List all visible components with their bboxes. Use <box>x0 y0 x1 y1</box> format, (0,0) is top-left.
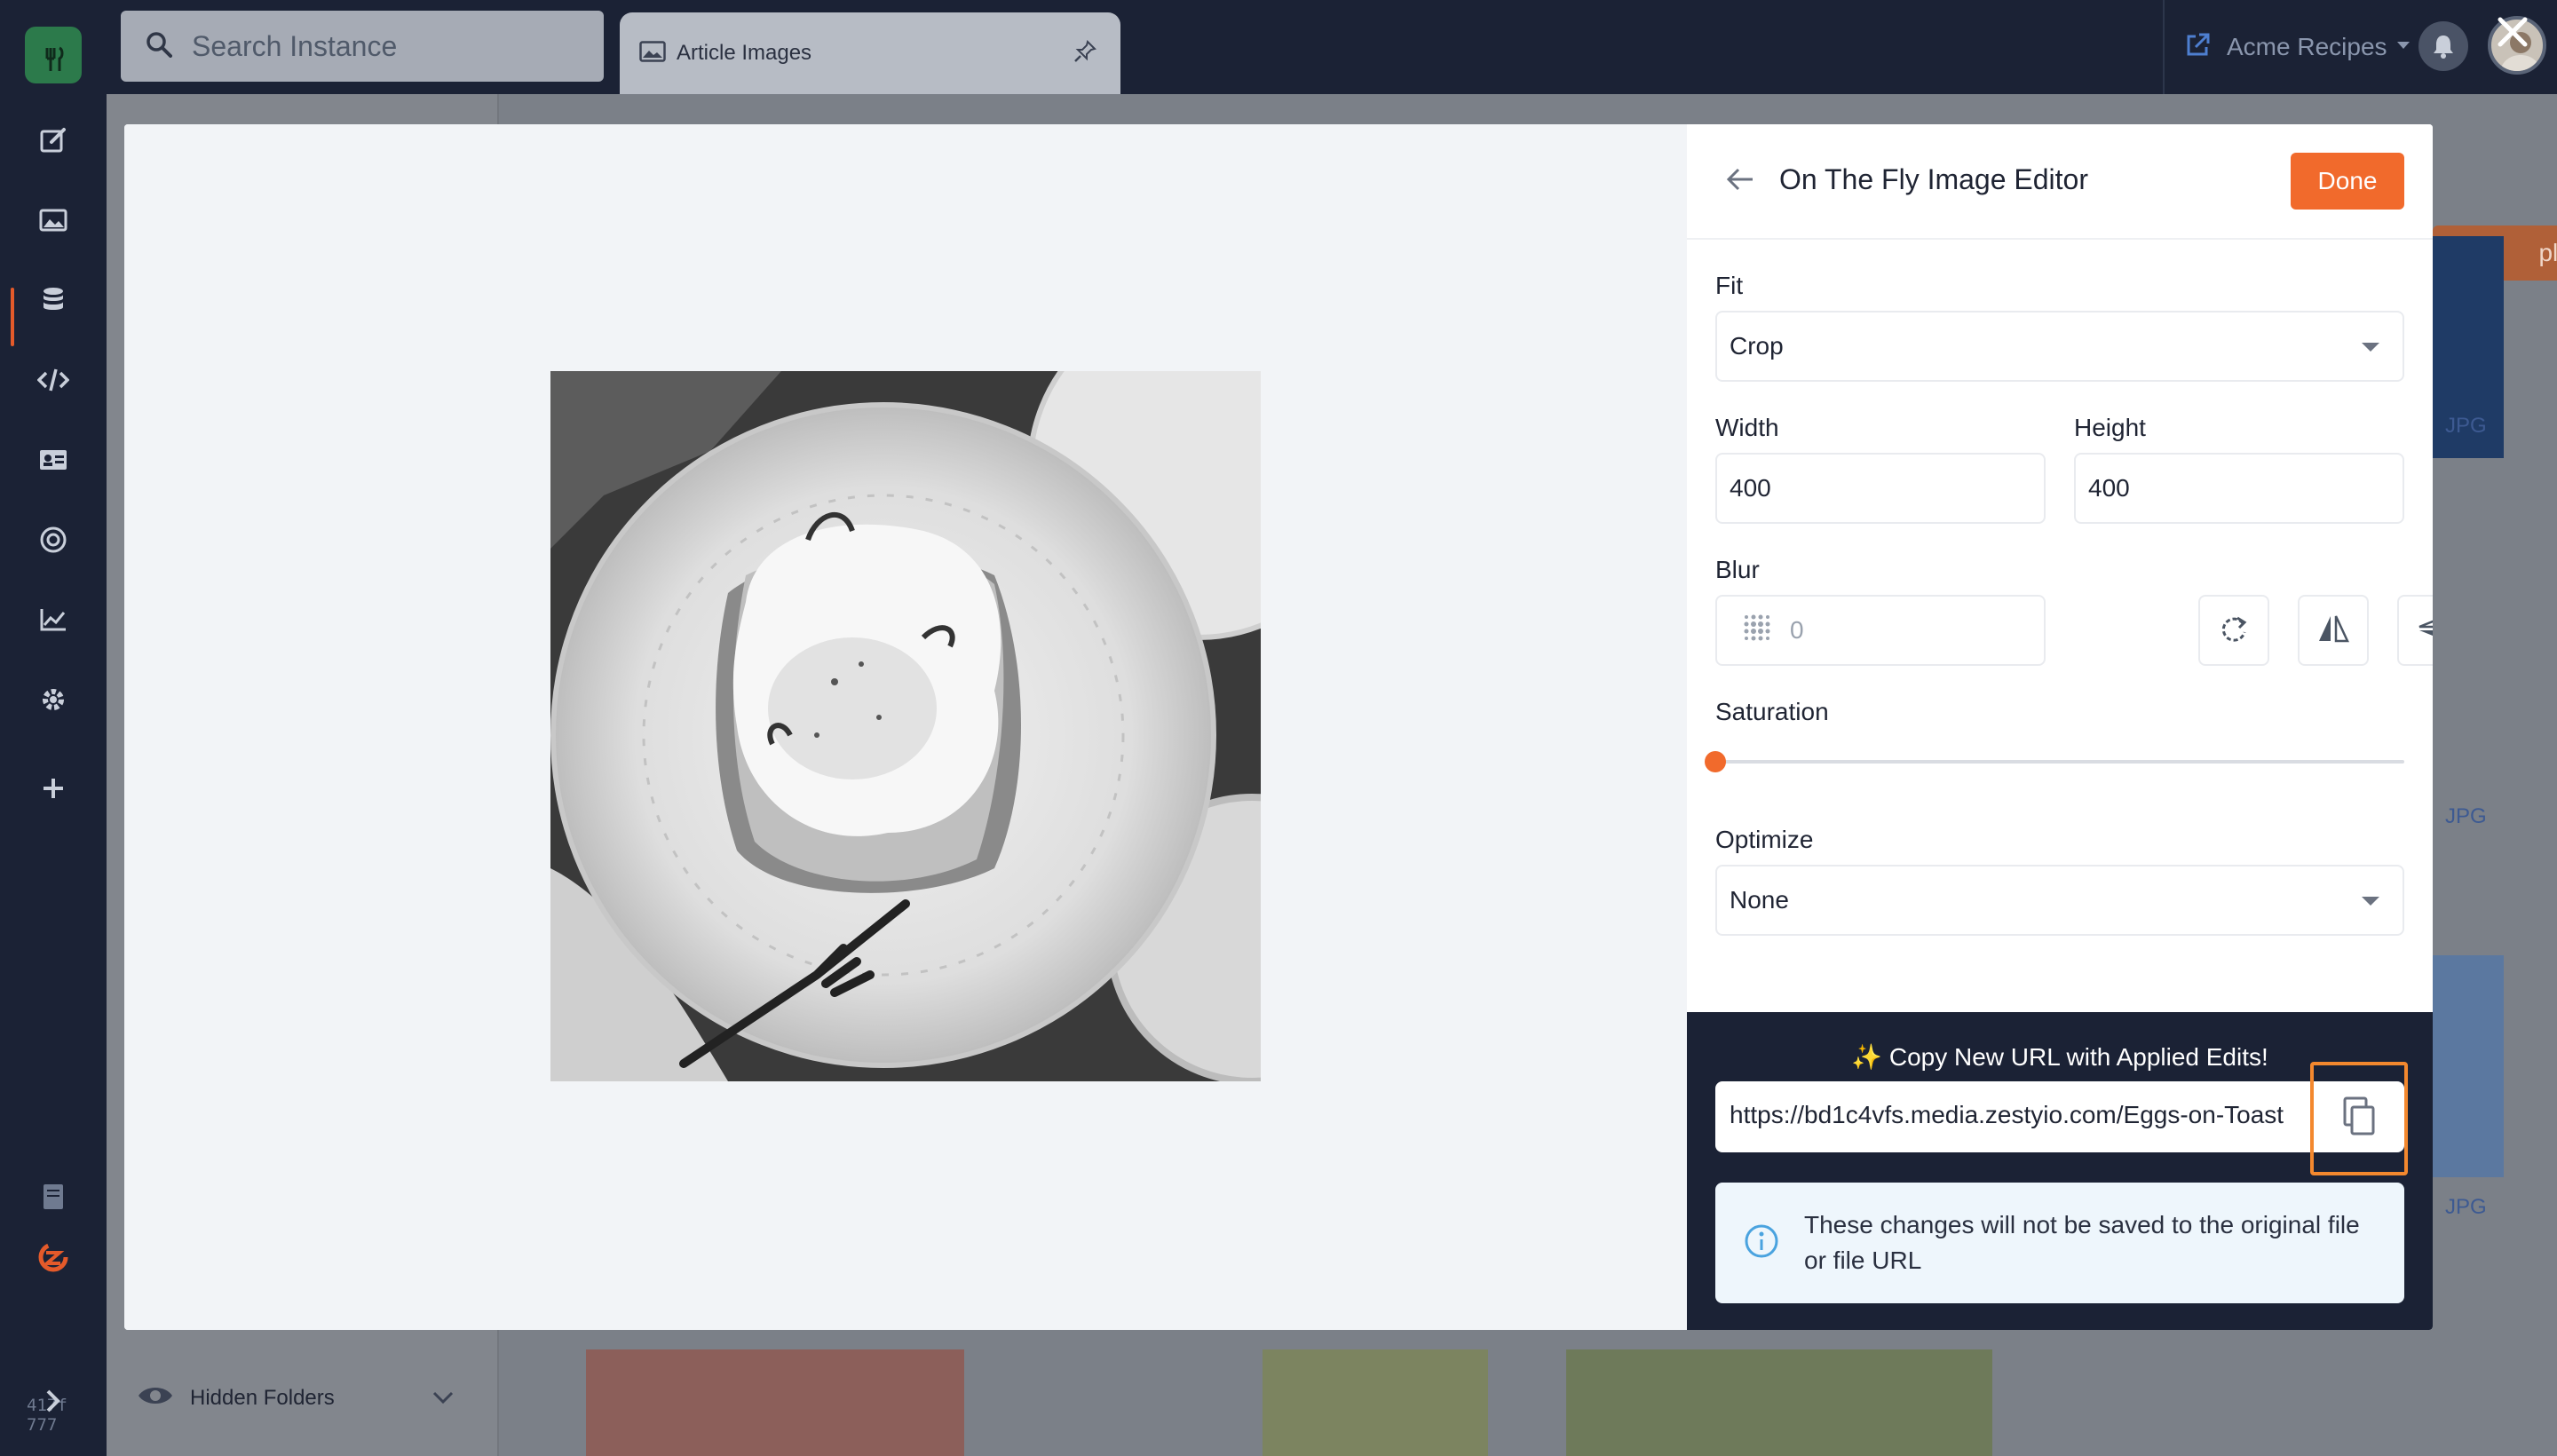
database-icon[interactable] <box>36 282 71 318</box>
rotate-icon <box>2218 613 2250 649</box>
caret-down-icon <box>2362 897 2379 906</box>
image-editor-modal: On The Fly Image Editor Done Fit Crop Wi… <box>124 124 2433 1330</box>
thumbnail[interactable] <box>2433 955 2504 1177</box>
fit-select[interactable]: Crop <box>1715 311 2404 382</box>
chevron-right-icon[interactable] <box>36 1383 71 1419</box>
caret-down-icon <box>2362 343 2379 352</box>
file-type-badge: JPG <box>2445 414 2487 438</box>
info-notice: These changes will not be saved to the o… <box>1715 1183 2404 1303</box>
edit-icon[interactable] <box>36 123 71 158</box>
copy-icon <box>2341 1096 2377 1142</box>
editor-header: On The Fly Image Editor Done <box>1687 124 2433 240</box>
external-link-icon[interactable] <box>2184 32 2211 63</box>
thumbnail[interactable] <box>586 1349 964 1456</box>
blur-label: Blur <box>1715 556 1760 583</box>
blur-placeholder: 0 <box>1790 616 1804 644</box>
blur-icon <box>1742 613 1772 649</box>
sidebar: 417f 777 <box>0 27 107 1456</box>
media-icon[interactable] <box>36 202 71 238</box>
flip-vertical-button[interactable] <box>2397 595 2433 666</box>
saturation-label: Saturation <box>1715 698 1829 725</box>
file-type-badge: JPG <box>2445 1195 2487 1219</box>
fit-value: Crop <box>1730 332 1784 360</box>
saturation-slider-track[interactable] <box>1715 760 2404 764</box>
add-icon[interactable] <box>36 771 71 806</box>
url-panel: ✨ Copy New URL with Applied Edits! https… <box>1687 1012 2433 1330</box>
contact-card-icon[interactable] <box>36 442 71 478</box>
width-input[interactable]: 400 <box>1715 453 2046 524</box>
notice-text: These changes will not be saved to the o… <box>1804 1211 2360 1274</box>
target-icon[interactable] <box>36 522 71 558</box>
sidebar-active-indicator <box>11 288 14 346</box>
height-label: Height <box>2074 414 2146 441</box>
saturation-slider-thumb[interactable] <box>1705 751 1726 772</box>
thumbnail[interactable] <box>1566 1349 1992 1456</box>
thumbnail[interactable] <box>1263 1349 1488 1456</box>
code-icon[interactable] <box>36 362 71 398</box>
flip-horizontal-button[interactable] <box>2298 595 2369 666</box>
caret-down-icon <box>2396 39 2411 55</box>
close-icon[interactable] <box>2493 12 2532 51</box>
hidden-folders-toggle[interactable]: Hidden Folders <box>137 1383 335 1412</box>
logo-icon[interactable] <box>25 27 82 83</box>
chevron-down-icon[interactable] <box>431 1390 455 1409</box>
pin-icon[interactable] <box>1073 39 1097 68</box>
instance-selector[interactable]: Acme Recipes <box>2227 33 2387 61</box>
hidden-folders-label: Hidden Folders <box>190 1385 335 1410</box>
copy-url-button[interactable] <box>2310 1062 2408 1175</box>
preview-pane <box>124 124 1687 1330</box>
image-icon <box>639 40 666 67</box>
file-type-badge: JPG <box>2445 804 2487 828</box>
image-preview <box>550 371 1261 1081</box>
width-value: 400 <box>1730 474 1771 502</box>
height-input[interactable]: 400 <box>2074 453 2404 524</box>
editor-panel: On The Fly Image Editor Done Fit Crop Wi… <box>1687 124 2433 1330</box>
height-value: 400 <box>2088 474 2130 502</box>
flip-vertical-icon <box>2416 613 2433 649</box>
tab-label: Article Images <box>677 41 812 65</box>
zesty-logo-icon[interactable] <box>36 1239 71 1275</box>
eye-icon <box>137 1383 174 1412</box>
url-value: https://bd1c4vfs.media.zestyio.com/Eggs-… <box>1730 1101 2284 1128</box>
blur-input[interactable]: 0 <box>1715 595 2046 666</box>
tab-article-images[interactable]: Article Images <box>620 12 1120 94</box>
optimize-label: Optimize <box>1715 826 1814 853</box>
search-placeholder: Search Instance <box>192 29 398 62</box>
fit-label: Fit <box>1715 272 1744 299</box>
top-bar: Search Instance Article Images Acme Reci… <box>0 0 2557 94</box>
docs-icon[interactable] <box>36 1179 71 1215</box>
url-field[interactable]: https://bd1c4vfs.media.zestyio.com/Eggs-… <box>1715 1081 2404 1152</box>
search-input[interactable]: Search Instance <box>121 11 604 82</box>
rotate-button[interactable] <box>2198 595 2269 666</box>
settings-icon[interactable] <box>36 682 71 717</box>
done-button[interactable]: Done <box>2291 153 2404 210</box>
optimize-select[interactable]: None <box>1715 865 2404 936</box>
info-icon <box>1744 1223 1779 1263</box>
flip-horizontal-icon <box>2316 613 2351 649</box>
width-label: Width <box>1715 414 1779 441</box>
back-arrow-icon[interactable] <box>1724 163 1756 200</box>
search-icon <box>146 31 172 62</box>
bell-icon[interactable] <box>2418 21 2468 71</box>
analytics-icon[interactable] <box>36 602 71 637</box>
optimize-value: None <box>1730 886 1789 914</box>
editor-title: On The Fly Image Editor <box>1779 163 2088 195</box>
